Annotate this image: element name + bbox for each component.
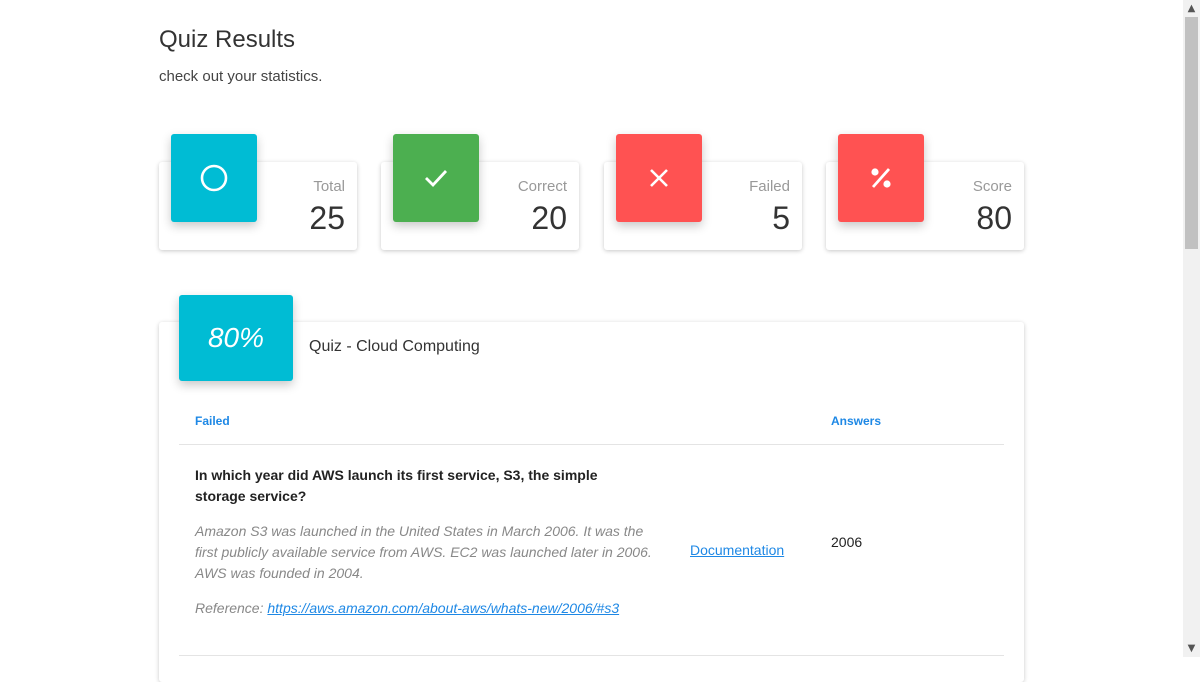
stat-card-total: Total 25 <box>159 134 357 250</box>
percent-icon <box>871 168 891 188</box>
check-icon <box>425 170 448 188</box>
quiz-score-badge: 80% <box>179 295 293 381</box>
stat-card-score: Score 80 <box>826 134 1024 250</box>
stat-label: Correct <box>517 178 567 195</box>
answer-value: 2006 <box>831 534 863 550</box>
question-text: In which year did AWS launch its first s… <box>195 467 598 504</box>
stat-icon-box <box>616 134 702 222</box>
stat-card-failed: Failed 5 <box>604 134 802 250</box>
page-subtitle: check out your statistics. <box>159 68 323 85</box>
stat-value: 20 <box>531 200 567 236</box>
header-divider <box>179 444 1004 445</box>
stat-value: 80 <box>976 200 1012 236</box>
scrollbar-thumb[interactable] <box>1185 17 1198 249</box>
stat-value: 5 <box>772 200 790 236</box>
quiz-card: 80% Quiz - Cloud Computing Failed Answer… <box>159 295 1024 682</box>
row-divider <box>179 655 1004 656</box>
stat-icon-box <box>171 134 257 222</box>
documentation-link[interactable]: Documentation <box>690 542 784 558</box>
quiz-title: Quiz - Cloud Computing <box>309 338 480 355</box>
circle-icon <box>200 164 228 192</box>
scroll-down-icon[interactable]: ▼ <box>1183 640 1200 657</box>
stat-label: Total <box>313 178 345 195</box>
page-title: Quiz Results <box>159 26 296 53</box>
explanation-text: Amazon S3 was launched in the United Sta… <box>195 523 652 581</box>
stat-card-correct: Correct 20 <box>381 134 579 250</box>
column-header-failed: Failed <box>195 414 230 428</box>
reference-link[interactable]: https://aws.amazon.com/about-aws/whats-n… <box>267 600 619 616</box>
stat-icon-box <box>393 134 479 222</box>
column-header-answers: Answers <box>831 414 882 428</box>
close-icon <box>650 169 668 187</box>
stat-label: Score <box>972 178 1012 195</box>
vertical-scrollbar[interactable]: ▲ ▼ <box>1183 0 1200 657</box>
stat-icon-box <box>838 134 924 222</box>
reference-label: Reference: <box>195 600 264 616</box>
scroll-up-icon[interactable]: ▲ <box>1183 0 1200 17</box>
stat-label: Failed <box>749 178 790 195</box>
reference: Reference: https://aws.amazon.com/about-… <box>195 600 619 616</box>
stat-value: 25 <box>309 200 345 236</box>
